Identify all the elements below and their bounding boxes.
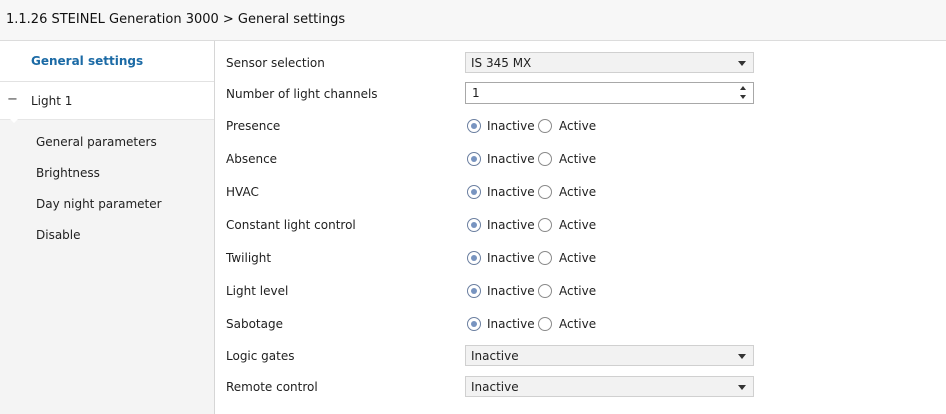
page-title: 1.1.26 STEINEL Generation 3000 > General… [6, 12, 346, 27]
constant-light-control-active-radio[interactable] [538, 218, 552, 232]
light-level-active-radio[interactable] [538, 284, 552, 298]
radio-label-active[interactable]: Active [559, 284, 596, 298]
hvac-inactive-radio[interactable] [467, 185, 481, 199]
stepper-value: 1 [472, 86, 480, 100]
absence-label: Absence [226, 152, 278, 166]
radio-label-inactive[interactable]: Inactive [487, 218, 535, 232]
logic-gates-dropdown[interactable]: Inactive [465, 345, 754, 366]
sidebar-item-light-1[interactable]: − Light 1 [0, 82, 214, 120]
radio-label-inactive[interactable]: Inactive [487, 251, 535, 265]
radio-label-inactive[interactable]: Inactive [487, 152, 535, 166]
light-level-label: Light level [226, 284, 289, 298]
arrow-down-icon[interactable] [740, 95, 746, 99]
sidebar-item-disable[interactable]: Disable [36, 228, 81, 242]
radio-label-active[interactable]: Active [559, 218, 596, 232]
presence-active-radio[interactable] [538, 119, 552, 133]
hvac-active-radio[interactable] [538, 185, 552, 199]
sensor-selection-label: Sensor selection [226, 56, 325, 70]
title-bar: 1.1.26 STEINEL Generation 3000 > General… [0, 0, 946, 41]
twilight-active-radio[interactable] [538, 251, 552, 265]
sidebar-item-label: Light 1 [31, 94, 73, 108]
constant-light-control-inactive-radio[interactable] [467, 218, 481, 232]
radio-label-active[interactable]: Active [559, 119, 596, 133]
sensor-selection-dropdown[interactable]: IS 345 MX [465, 52, 754, 73]
sabotage-inactive-radio[interactable] [467, 317, 481, 331]
chevron-down-icon [738, 61, 746, 66]
radio-label-active[interactable]: Active [559, 152, 596, 166]
light-level-inactive-radio[interactable] [467, 284, 481, 298]
arrow-up-icon[interactable] [740, 86, 746, 90]
absence-active-radio[interactable] [538, 152, 552, 166]
presence-label: Presence [226, 119, 281, 133]
radio-label-inactive[interactable]: Inactive [487, 119, 535, 133]
light-channels-label: Number of light channels [226, 87, 378, 101]
sidebar-item-day-night-parameter[interactable]: Day night parameter [36, 197, 162, 211]
radio-label-inactive[interactable]: Inactive [487, 284, 535, 298]
logic-gates-label: Logic gates [226, 349, 295, 363]
dropdown-value: Inactive [471, 380, 519, 394]
radio-label-inactive[interactable]: Inactive [487, 317, 535, 331]
sabotage-label: Sabotage [226, 317, 283, 331]
radio-label-active[interactable]: Active [559, 317, 596, 331]
remote-control-dropdown[interactable]: Inactive [465, 376, 754, 397]
absence-inactive-radio[interactable] [467, 152, 481, 166]
presence-inactive-radio[interactable] [467, 119, 481, 133]
dropdown-value: IS 345 MX [471, 56, 532, 70]
radio-label-inactive[interactable]: Inactive [487, 185, 535, 199]
chevron-down-icon [738, 354, 746, 359]
chevron-down-icon [738, 385, 746, 390]
sidebar-item-general-parameters[interactable]: General parameters [36, 135, 157, 149]
settings-panel: Sensor selection IS 345 MX Number of lig… [215, 41, 946, 414]
twilight-label: Twilight [226, 251, 272, 265]
radio-label-active[interactable]: Active [559, 251, 596, 265]
twilight-inactive-radio[interactable] [467, 251, 481, 265]
light-channels-stepper[interactable]: 1 [465, 82, 754, 104]
remote-control-label: Remote control [226, 380, 318, 394]
collapse-icon[interactable]: − [7, 92, 18, 107]
sabotage-active-radio[interactable] [538, 317, 552, 331]
hvac-label: HVAC [226, 185, 259, 199]
sidebar-item-label: General settings [31, 54, 144, 68]
selection-notch [8, 117, 20, 123]
sidebar-item-brightness[interactable]: Brightness [36, 166, 100, 180]
radio-label-active[interactable]: Active [559, 185, 596, 199]
constant-light-control-label: Constant light control [226, 218, 356, 232]
sidebar: General settings − Light 1 General param… [0, 41, 215, 414]
dropdown-value: Inactive [471, 349, 519, 363]
sidebar-item-general-settings[interactable]: General settings [0, 41, 214, 82]
